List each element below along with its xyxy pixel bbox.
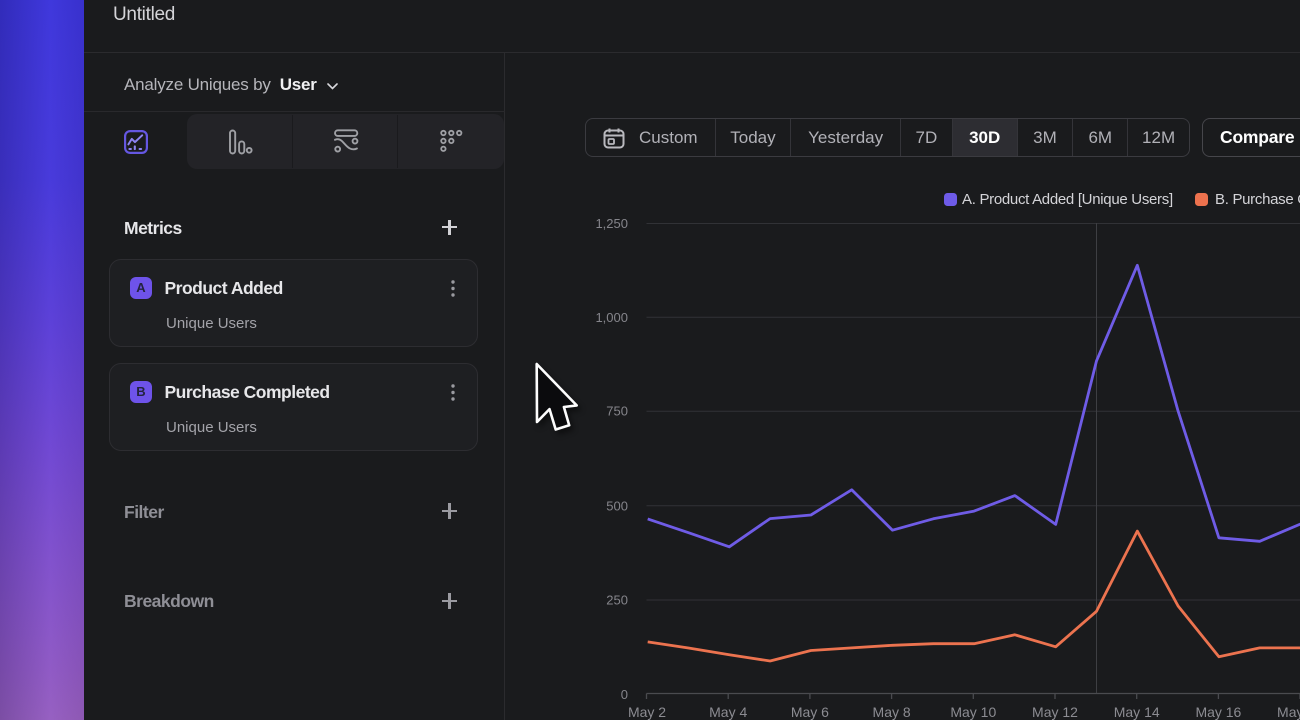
svg-text:250: 250 xyxy=(606,593,628,608)
svg-text:500: 500 xyxy=(606,498,628,513)
svg-text:May 18: May 18 xyxy=(1277,704,1300,720)
svg-text:May 14: May 14 xyxy=(1114,704,1160,720)
svg-text:1,000: 1,000 xyxy=(595,310,628,325)
svg-text:May 2: May 2 xyxy=(628,704,666,720)
svg-text:May 16: May 16 xyxy=(1195,704,1241,720)
svg-text:May 8: May 8 xyxy=(873,704,911,720)
svg-text:0: 0 xyxy=(621,687,628,702)
svg-text:May 4: May 4 xyxy=(709,704,747,720)
svg-text:May 6: May 6 xyxy=(791,704,829,720)
svg-text:750: 750 xyxy=(606,404,628,419)
svg-text:1,250: 1,250 xyxy=(595,216,628,231)
svg-text:May 10: May 10 xyxy=(950,704,996,720)
svg-text:May 12: May 12 xyxy=(1032,704,1078,720)
